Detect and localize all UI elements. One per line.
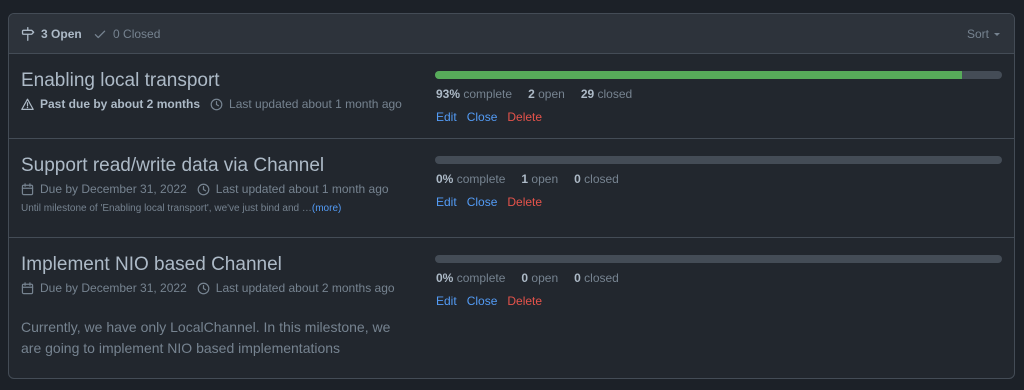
milestone-meta: Due by December 31, 2022 Last updated ab… bbox=[21, 281, 405, 295]
open-issues-count: 0 bbox=[521, 271, 529, 285]
percent-complete: 93% bbox=[436, 87, 461, 101]
open-word: open bbox=[531, 271, 559, 285]
milestone-meta: Due by December 31, 2022 Last updated ab… bbox=[21, 182, 399, 196]
triangle-down-icon bbox=[994, 33, 1000, 36]
edit-link[interactable]: Edit bbox=[436, 195, 457, 209]
milestone-description: Currently, we have only LocalChannel. In… bbox=[21, 319, 391, 356]
milestone-row: Enabling local transport Past due by abo… bbox=[9, 54, 1014, 139]
complete-word: complete bbox=[463, 87, 513, 101]
closed-word: closed bbox=[584, 271, 619, 285]
open-issues-link[interactable]: 0 open bbox=[521, 271, 558, 285]
closed-issues-link[interactable]: 0 closed bbox=[574, 271, 619, 285]
progress-bar bbox=[435, 71, 1002, 79]
closed-word: closed bbox=[584, 172, 619, 186]
edit-link[interactable]: Edit bbox=[436, 110, 457, 124]
alert-icon bbox=[21, 98, 34, 110]
closed-issues-link[interactable]: 0 closed bbox=[574, 172, 619, 186]
open-word: open bbox=[538, 87, 565, 101]
open-word: Open bbox=[51, 27, 82, 41]
closed-issues-count: 0 bbox=[574, 172, 581, 186]
progress-bar bbox=[435, 156, 1002, 164]
milestone-actions: Edit Close Delete bbox=[436, 294, 552, 308]
milestone-title-link[interactable]: Support read/write data via Channel bbox=[21, 155, 324, 177]
milestone-actions: Edit Close Delete bbox=[436, 195, 552, 209]
last-updated: Last updated about 2 months ago bbox=[215, 281, 395, 295]
closed-issues-link[interactable]: 29 closed bbox=[581, 87, 632, 101]
open-issues-link[interactable]: 2 open bbox=[528, 87, 565, 101]
closed-issues-count: 0 bbox=[574, 271, 581, 285]
milestone-stats: 0% complete 1 open 0 closed bbox=[436, 172, 635, 186]
milestone-row: Support read/write data via Channel Due … bbox=[9, 139, 1014, 238]
milestone-stats: 0% complete 0 open 0 closed bbox=[436, 271, 635, 285]
description-text: Until milestone of 'Enabling local trans… bbox=[21, 203, 312, 214]
milestones-panel: 3 Open 0 Closed Sort Enabling local tran… bbox=[8, 13, 1015, 379]
closed-word: closed bbox=[597, 87, 633, 101]
milestone-stats: 93% complete 2 open 29 closed bbox=[436, 87, 648, 101]
open-issues-count: 1 bbox=[521, 172, 529, 186]
delete-link[interactable]: Delete bbox=[507, 294, 542, 308]
clock-icon bbox=[197, 282, 210, 294]
closed-filter-link[interactable]: 0 Closed bbox=[93, 14, 160, 54]
due-status: Past due by about 2 months bbox=[40, 97, 201, 111]
open-issues-count: 2 bbox=[528, 87, 535, 101]
sort-dropdown[interactable]: Sort bbox=[967, 14, 1002, 54]
more-link[interactable]: (more) bbox=[312, 203, 341, 214]
open-filter-link[interactable]: 3 Open bbox=[21, 14, 82, 54]
milestone-title-link[interactable]: Implement NIO based Channel bbox=[21, 254, 282, 276]
calendar-icon bbox=[21, 281, 34, 294]
delete-link[interactable]: Delete bbox=[507, 195, 542, 209]
progress-bar bbox=[435, 255, 1002, 263]
clock-icon bbox=[210, 98, 223, 110]
milestone-title-link[interactable]: Enabling local transport bbox=[21, 70, 220, 92]
due-date: Due by December 31, 2022 bbox=[40, 182, 187, 196]
closed-issues-count: 29 bbox=[580, 87, 595, 101]
milestone-icon bbox=[21, 27, 35, 41]
delete-link[interactable]: Delete bbox=[507, 110, 542, 124]
milestones-header: 3 Open 0 Closed Sort bbox=[9, 14, 1014, 54]
milestone-description: Until milestone of 'Enabling local trans… bbox=[21, 203, 341, 214]
due-date: Due by December 31, 2022 bbox=[40, 281, 187, 295]
last-updated: Last updated about 1 month ago bbox=[215, 182, 389, 196]
complete-word: complete bbox=[456, 172, 506, 186]
closed-word: Closed bbox=[123, 27, 161, 41]
close-link[interactable]: Close bbox=[467, 110, 498, 124]
close-link[interactable]: Close bbox=[467, 195, 498, 209]
milestone-meta: Past due by about 2 months Last updated … bbox=[21, 97, 412, 111]
check-icon bbox=[94, 30, 106, 39]
progress-fill bbox=[435, 71, 963, 79]
closed-count: 0 bbox=[113, 27, 120, 41]
open-count: 3 bbox=[41, 27, 48, 41]
last-updated: Last updated about 1 month ago bbox=[229, 97, 402, 111]
open-issues-link[interactable]: 1 open bbox=[521, 172, 558, 186]
clock-icon bbox=[197, 183, 210, 195]
milestone-actions: Edit Close Delete bbox=[436, 110, 552, 124]
milestone-row: Implement NIO based Channel Due by Decem… bbox=[9, 238, 1014, 378]
percent-complete: 0% bbox=[436, 271, 454, 285]
calendar-icon bbox=[21, 182, 34, 195]
close-link[interactable]: Close bbox=[467, 294, 498, 308]
sort-label: Sort bbox=[966, 27, 989, 41]
open-word: open bbox=[531, 172, 559, 186]
complete-word: complete bbox=[456, 271, 506, 285]
percent-complete: 0% bbox=[436, 172, 454, 186]
edit-link[interactable]: Edit bbox=[436, 294, 457, 308]
